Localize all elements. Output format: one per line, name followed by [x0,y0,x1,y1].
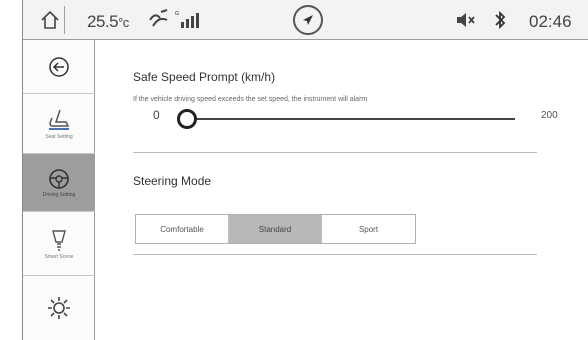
mute-icon [457,13,475,27]
app-frame: 25.5°c ᴳ 02:46 Seat Setting Driving Sett… [22,0,588,340]
bluetooth-icon [495,10,506,30]
temperature-value: 25.5 [87,12,119,31]
back-button[interactable] [23,40,95,94]
steering-option-comfortable[interactable]: Comfortable [136,215,229,243]
back-icon [49,56,69,77]
sun-icon [48,297,70,319]
clock-time: 02:46 [529,12,572,31]
sidebar-item-label: Seat Setting [45,133,73,140]
home-button[interactable] [35,6,65,34]
speed-prompt-hint: If the vehicle driving speed exceeds the… [133,96,368,103]
sidebar-item-smart-scene[interactable]: Smart Scene [23,212,95,276]
status-bar: 25.5°c ᴳ 02:46 [23,0,588,40]
sidebar-item-label: Driving Setting [42,191,76,198]
speed-slider-track[interactable] [183,118,515,120]
steering-mode-selector: Comfortable Standard Sport [135,214,416,244]
wind-icon [149,9,168,27]
speed-prompt-title: Safe Speed Prompt (km/h) [133,70,276,84]
sidebar-item-driving-setting[interactable]: Driving Setting [23,154,95,212]
settings-sidebar: Seat Setting Driving Setting Smart Scene [23,40,95,340]
home-icon [40,10,59,29]
sidebar-item-label: Smart Scene [44,253,74,260]
slider-max-label: 200 [541,110,558,121]
steering-option-sport[interactable]: Sport [322,215,415,243]
seat-icon [49,109,70,130]
navigation-button[interactable] [293,5,323,35]
light-bulb-icon [52,229,66,251]
signal-icon: ᴳ [175,10,199,28]
settings-content: Safe Speed Prompt (km/h) If the vehicle … [95,40,588,340]
steering-option-standard[interactable]: Standard [229,215,322,243]
sidebar-item-seat-setting[interactable]: Seat Setting [23,94,95,154]
steering-mode-title: Steering Mode [133,174,212,188]
section-divider [133,254,537,255]
section-divider [133,152,537,153]
sidebar-item-display[interactable] [23,276,95,340]
svg-text:ᴳ: ᴳ [175,10,179,19]
temperature-unit: °c [118,15,129,30]
navigation-icon [303,15,313,25]
speed-slider-thumb[interactable] [177,109,197,129]
slider-min-label: 0 [153,108,160,122]
steering-wheel-icon [49,168,69,189]
temperature-readout: 25.5°c [87,12,129,32]
